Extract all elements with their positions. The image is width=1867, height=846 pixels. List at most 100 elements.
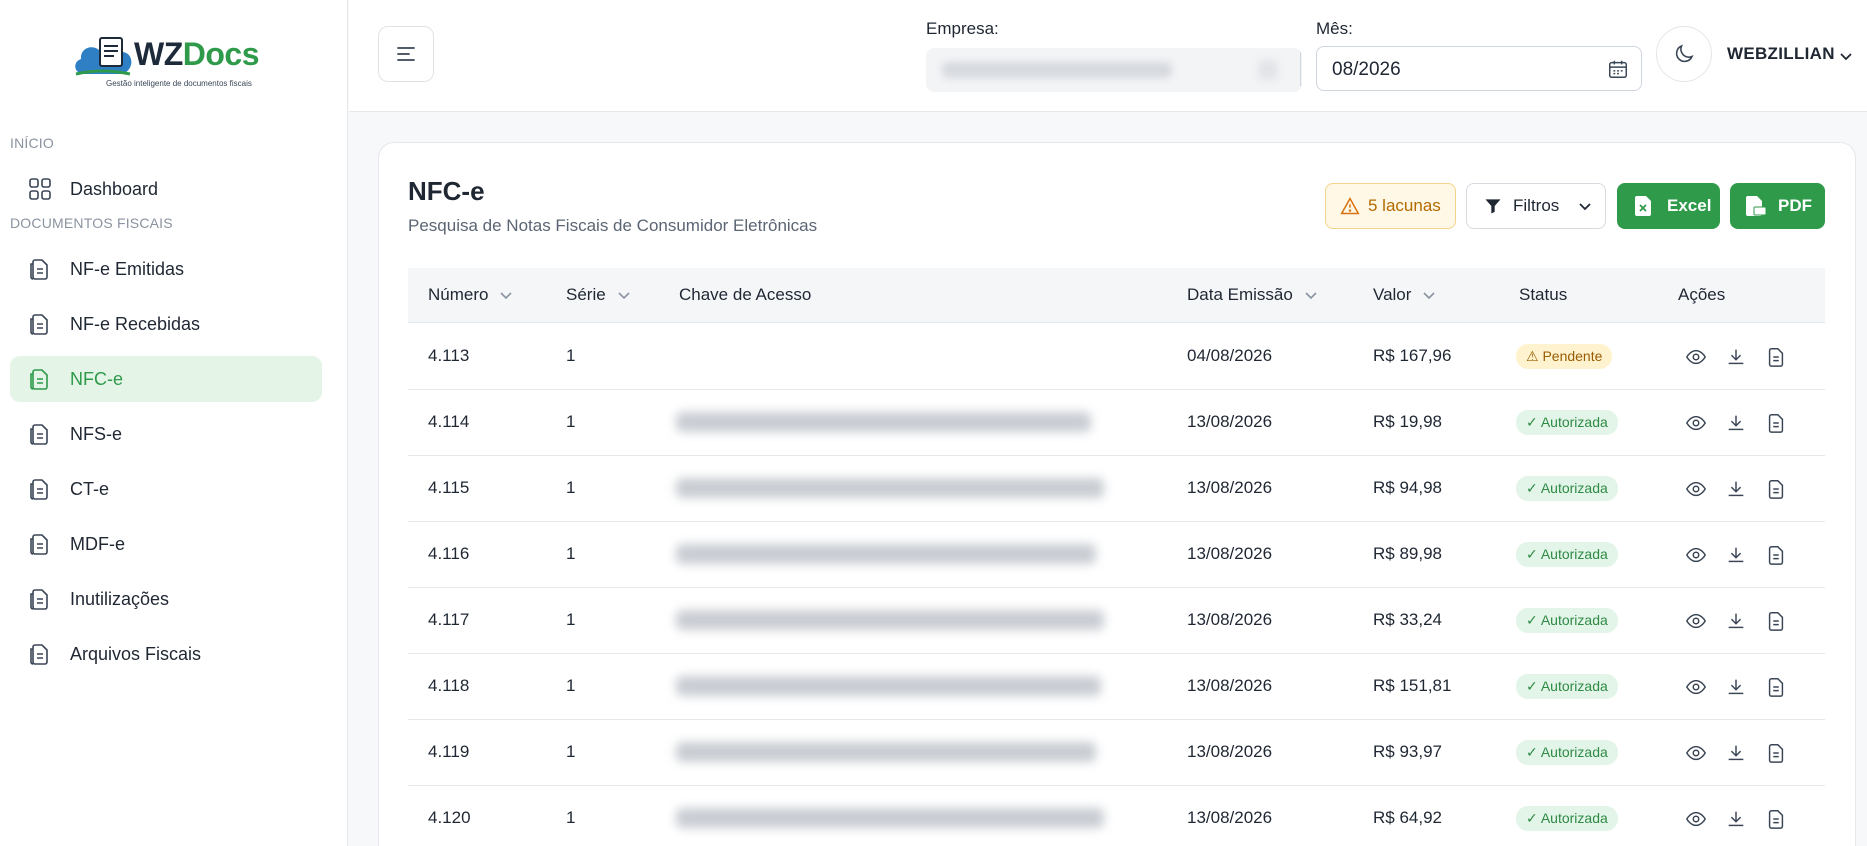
view-icon[interactable] bbox=[1685, 808, 1707, 830]
document-icon bbox=[30, 644, 48, 665]
column-chave-de-acesso: Chave de Acesso bbox=[679, 285, 812, 304]
mes-label: Mês: bbox=[1316, 19, 1353, 38]
section-documentos-fiscais: DOCUMENTOS FISCAIS bbox=[10, 215, 173, 231]
cell-valor: R$ 33,24 bbox=[1373, 610, 1442, 629]
export-pdf-button[interactable]: PDF bbox=[1730, 183, 1825, 229]
download-icon[interactable] bbox=[1725, 742, 1747, 764]
document-icon[interactable] bbox=[1765, 742, 1787, 764]
sidebar-item-arquivos-fiscais[interactable]: Arquivos Fiscais bbox=[10, 631, 322, 677]
table-row[interactable]: 4.118 1 13/08/2026 R$ 151,81 ✓ Autorizada bbox=[408, 654, 1825, 720]
calendar-icon[interactable] bbox=[1607, 58, 1629, 80]
gaps-label: 5 lacunas bbox=[1368, 196, 1441, 215]
view-icon[interactable] bbox=[1685, 676, 1707, 698]
theme-toggle-button[interactable] bbox=[1656, 26, 1712, 82]
document-icon bbox=[30, 259, 48, 280]
cell-chave-redacted bbox=[676, 808, 1104, 828]
menu-toggle-button[interactable] bbox=[378, 26, 434, 82]
column-status: Status bbox=[1519, 285, 1568, 304]
download-icon[interactable] bbox=[1725, 808, 1747, 830]
document-icon bbox=[30, 424, 48, 445]
empresa-value-redacted bbox=[942, 62, 1172, 78]
column-data-emissao[interactable]: Data Emissão bbox=[1187, 285, 1319, 305]
cell-data-emissao: 13/08/2026 bbox=[1187, 676, 1273, 695]
column-numero[interactable]: Número bbox=[428, 285, 514, 305]
header-divider bbox=[1300, 52, 1301, 86]
status-badge: ✓ Autorizada bbox=[1516, 674, 1618, 699]
table-row[interactable]: 4.119 1 13/08/2026 R$ 93,97 ✓ Autorizada bbox=[408, 720, 1825, 786]
table-row[interactable]: 4.115 1 13/08/2026 R$ 94,98 ✓ Autorizada bbox=[408, 456, 1825, 522]
table-row[interactable]: 4.114 1 13/08/2026 R$ 19,98 ✓ Autorizada bbox=[408, 390, 1825, 456]
gaps-button[interactable]: 5 lacunas bbox=[1325, 183, 1456, 229]
sidebar-item-inutilizacoes[interactable]: Inutilizações bbox=[10, 576, 322, 622]
table-row[interactable]: 4.117 1 13/08/2026 R$ 33,24 ✓ Autorizada bbox=[408, 588, 1825, 654]
download-icon[interactable] bbox=[1725, 412, 1747, 434]
table-row[interactable]: 4.120 1 13/08/2026 R$ 64,92 ✓ Autorizada bbox=[408, 786, 1825, 846]
document-icon[interactable] bbox=[1765, 544, 1787, 566]
sidebar-item-mdfe[interactable]: MDF-e bbox=[10, 521, 322, 567]
document-icon[interactable] bbox=[1765, 610, 1787, 632]
cell-chave-redacted bbox=[676, 742, 1096, 762]
document-icon[interactable] bbox=[1765, 808, 1787, 830]
cell-valor: R$ 89,98 bbox=[1373, 544, 1442, 563]
cell-valor: R$ 64,92 bbox=[1373, 808, 1442, 827]
section-inicio: INÍCIO bbox=[10, 135, 54, 151]
user-menu-name[interactable]: WEBZILLIAN bbox=[1727, 44, 1835, 64]
document-icon bbox=[30, 534, 48, 555]
cell-serie: 1 bbox=[566, 544, 576, 563]
app-logo[interactable]: WZDocs Gestão inteligente de documentos … bbox=[72, 30, 272, 94]
view-icon[interactable] bbox=[1685, 478, 1707, 500]
cell-valor: R$ 94,98 bbox=[1373, 478, 1442, 497]
cell-serie: 1 bbox=[566, 742, 576, 761]
view-icon[interactable] bbox=[1685, 742, 1707, 764]
chevron-down-icon bbox=[1579, 203, 1591, 211]
sidebar-item-nfse[interactable]: NFS-e bbox=[10, 411, 322, 457]
document-icon[interactable] bbox=[1765, 676, 1787, 698]
download-icon[interactable] bbox=[1725, 346, 1747, 368]
empresa-select[interactable] bbox=[926, 48, 1302, 92]
column-valor[interactable]: Valor bbox=[1373, 285, 1437, 305]
document-icon[interactable] bbox=[1765, 412, 1787, 434]
document-icon[interactable] bbox=[1765, 478, 1787, 500]
cell-serie: 1 bbox=[566, 610, 576, 629]
cell-valor: R$ 167,96 bbox=[1373, 346, 1452, 365]
document-icon[interactable] bbox=[1765, 346, 1787, 368]
cell-data-emissao: 13/08/2026 bbox=[1187, 478, 1273, 497]
status-badge: ✓ Autorizada bbox=[1516, 410, 1618, 435]
cell-serie: 1 bbox=[566, 676, 576, 695]
download-icon[interactable] bbox=[1725, 676, 1747, 698]
table-row[interactable]: 4.113 1 04/08/2026 R$ 167,96 ⚠ Pendente bbox=[408, 324, 1825, 390]
view-icon[interactable] bbox=[1685, 412, 1707, 434]
sidebar-item-dashboard[interactable]: Dashboard bbox=[10, 166, 322, 212]
download-icon[interactable] bbox=[1725, 610, 1747, 632]
cell-serie: 1 bbox=[566, 478, 576, 497]
column-serie[interactable]: Série bbox=[566, 285, 632, 305]
sidebar-item-cte[interactable]: CT-e bbox=[10, 466, 322, 512]
month-input[interactable]: 08/2026 bbox=[1316, 46, 1642, 91]
filters-label: Filtros bbox=[1513, 196, 1560, 215]
status-badge: ✓ Autorizada bbox=[1516, 740, 1618, 765]
cell-numero: 4.120 bbox=[428, 808, 471, 827]
view-icon[interactable] bbox=[1685, 346, 1707, 368]
moon-icon bbox=[1675, 44, 1694, 63]
document-icon bbox=[30, 479, 48, 500]
empresa-chevron-icon bbox=[1258, 60, 1278, 80]
table-header: Número Série Chave de Acesso Data Emissã… bbox=[408, 268, 1825, 323]
status-badge: ✓ Autorizada bbox=[1516, 476, 1618, 501]
menu-icon bbox=[397, 47, 415, 61]
view-icon[interactable] bbox=[1685, 544, 1707, 566]
sidebar-item-nfe-recebidas[interactable]: NF-e Recebidas bbox=[10, 301, 322, 347]
filters-button[interactable]: Filtros bbox=[1466, 183, 1606, 229]
chevron-down-icon bbox=[1305, 292, 1317, 300]
month-value: 08/2026 bbox=[1332, 59, 1401, 80]
download-icon[interactable] bbox=[1725, 478, 1747, 500]
sidebar-item-nfce[interactable]: NFC-e bbox=[10, 356, 322, 402]
status-badge: ✓ Autorizada bbox=[1516, 806, 1618, 831]
download-icon[interactable] bbox=[1725, 544, 1747, 566]
export-excel-button[interactable]: Excel bbox=[1617, 183, 1720, 229]
view-icon[interactable] bbox=[1685, 610, 1707, 632]
document-icon bbox=[30, 369, 48, 390]
document-icon bbox=[30, 589, 48, 610]
table-row[interactable]: 4.116 1 13/08/2026 R$ 89,98 ✓ Autorizada bbox=[408, 522, 1825, 588]
sidebar-item-nfe-emitidas[interactable]: NF-e Emitidas bbox=[10, 246, 322, 292]
chevron-down-icon[interactable] bbox=[1838, 48, 1854, 64]
